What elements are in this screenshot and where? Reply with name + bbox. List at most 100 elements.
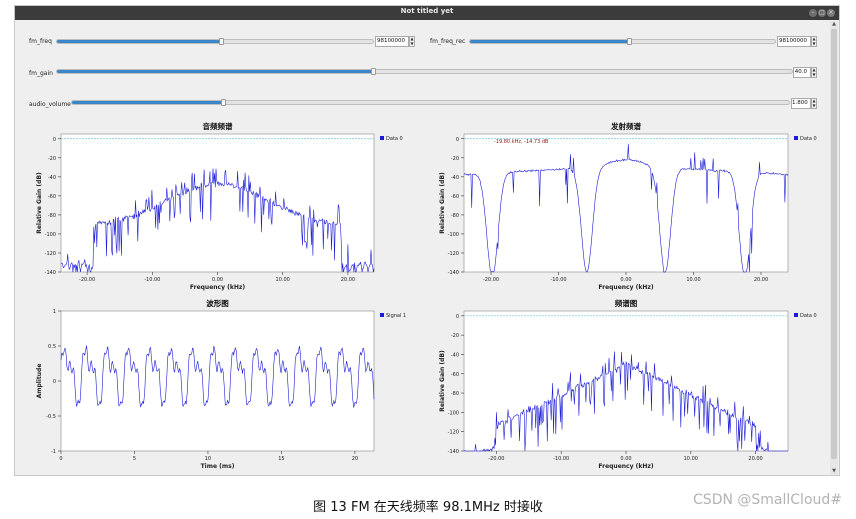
y-tick-label: 0 — [53, 379, 56, 385]
plot-area — [60, 310, 375, 452]
fm-gain-stepper[interactable]: ▲ ▼ — [811, 67, 817, 78]
x-tick-label: 0.00 — [620, 456, 631, 462]
legend-swatch — [380, 136, 384, 140]
y-tick-label: 0.5 — [48, 344, 56, 350]
y-tick-label: 1 — [53, 309, 56, 315]
legend-label: Data 0 — [800, 313, 817, 319]
fm-freq-rec-stepper[interactable]: ▲ ▼ — [811, 36, 817, 47]
legend-label: Data 0 — [800, 136, 817, 142]
fm-freq-rec-spinbox[interactable]: 98100000 — [777, 36, 811, 47]
audio-volume-slider[interactable] — [71, 99, 790, 106]
y-tick-label: -80 — [451, 213, 459, 219]
plot-area — [463, 133, 789, 273]
plot-title: 波形图 — [206, 298, 229, 308]
x-axis-label: Time (ms) — [201, 463, 235, 470]
x-tick-label: 20.00 — [748, 456, 762, 462]
audio-volume-stepper[interactable]: ▲ ▼ — [811, 98, 817, 109]
maximize-icon[interactable]: □ — [818, 9, 826, 17]
fm-freq-spinbox[interactable]: 98100000 — [375, 36, 409, 47]
fm-freq-rec-slider[interactable] — [469, 38, 776, 45]
plot-title: 音频频谱 — [203, 121, 233, 131]
tx-spectrum-plot[interactable]: 发射频谱 0 -20 -40 -60 -80 -100 -120 -140 -20.00 -10.0… — [418, 120, 828, 292]
x-tick-label: 20.00 — [341, 277, 355, 283]
y-tick-label: 0 — [456, 314, 459, 320]
y-axis-label: Relative Gain (dB) — [439, 172, 446, 234]
fm-gain-handle[interactable] — [371, 68, 377, 75]
close-icon[interactable]: × — [827, 9, 835, 17]
y-tick-label: -40 — [451, 175, 459, 181]
fm-freq-fill — [57, 40, 222, 43]
plot-svg: 发射频谱 0 -20 -40 -60 -80 -100 -120 -140 -20.00 -10.0… — [439, 121, 817, 291]
audio-spectrum-plot[interactable]: 音频频谱 0 -20 -40 -60 -80 -100 -120 -140 -20.00 -10.0… — [14, 120, 414, 292]
y-axis-label: Amplitude — [36, 364, 43, 399]
waveform-plot[interactable]: 波形图 1 0.5 0 -0.5 -1 0 5 10 15 20 Time (ms) Amplitude… — [14, 297, 414, 471]
fm-freq-label: fm_freq — [29, 38, 52, 45]
y-tick-label: -120 — [45, 251, 56, 257]
x-tick-label: -10.00 — [550, 277, 566, 283]
y-tick-label: -1 — [51, 449, 56, 455]
legend-swatch — [794, 313, 798, 317]
plot-svg: 音频频谱 0 -20 -40 -60 -80 -100 -120 -140 -20.00 -10.0… — [36, 121, 403, 291]
y-tick-label: -40 — [48, 175, 56, 181]
audio-volume-fill — [72, 101, 223, 104]
x-axis-label: Frequency (kHz) — [190, 284, 245, 291]
x-tick-label: -20.00 — [79, 277, 95, 283]
x-tick-label: 15 — [278, 456, 284, 462]
fm-gain-fill — [57, 70, 374, 73]
y-tick-label: -20 — [451, 156, 459, 162]
y-tick-label: -140 — [45, 270, 56, 276]
scrollbar-thumb[interactable] — [831, 29, 837, 459]
plot-svg: 波形图10.50-0.5-10 5 10 15 20Time (ms)Amplitude… — [36, 298, 406, 470]
fm-gain-slider[interactable] — [56, 68, 793, 75]
plot-area — [60, 133, 375, 273]
scroll-down-icon[interactable]: ▼ — [830, 468, 838, 475]
x-tick-label: 10 — [205, 456, 211, 462]
x-axis-label: Frequency (kHz) — [598, 284, 653, 291]
y-tick-label: -20 — [451, 333, 459, 339]
scroll-up-icon[interactable]: ▲ — [830, 21, 838, 28]
x-tick-label: 10.00 — [276, 277, 290, 283]
y-tick-label: -60 — [451, 372, 459, 378]
fm-freq-stepper[interactable]: ▲ ▼ — [409, 36, 415, 47]
x-tick-label: -20.00 — [483, 277, 499, 283]
spectrum-plot[interactable]: 频谱图 0 -20 -40 -60 -80 -100 -120 -140 -20.00 -10.00… — [418, 297, 828, 471]
y-tick-label: -100 — [448, 232, 459, 238]
plot-svg: 频谱图 0 -20 -40 -60 -80 -100 -120 -140 -20.00 -10.00… — [439, 298, 817, 470]
x-tick-label: 10.00 — [684, 456, 698, 462]
x-axis-label: Frequency (kHz) — [598, 463, 653, 470]
x-tick-label: 10.00 — [686, 277, 700, 283]
fm-gain-spinbox[interactable]: 40.0 — [793, 67, 811, 78]
x-tick-label: 5 — [133, 456, 136, 462]
fm-freq-slider[interactable] — [56, 38, 374, 45]
y-tick-label: -0.5 — [46, 414, 56, 420]
y-tick-label: -100 — [448, 410, 459, 416]
x-tick-label: -10.00 — [553, 456, 569, 462]
plot-title: 发射频谱 — [610, 121, 641, 131]
fm-freq-rec-handle[interactable] — [626, 38, 632, 45]
y-tick-label: -20 — [48, 156, 56, 162]
y-tick-label: -120 — [448, 430, 459, 436]
x-tick-label: -10.00 — [144, 277, 160, 283]
y-tick-label: -140 — [448, 449, 459, 455]
audio-volume-handle[interactable] — [220, 99, 226, 106]
x-tick-label: 20 — [352, 456, 358, 462]
audio-volume-label: audio_volume — [29, 101, 71, 108]
title-bar: Not titled yet – □ × — [15, 6, 839, 20]
vertical-scrollbar[interactable]: ▲ ▼ — [830, 21, 838, 475]
y-tick-label: -140 — [448, 270, 459, 276]
minimize-icon[interactable]: – — [809, 9, 817, 17]
x-tick-label: 0 — [59, 456, 62, 462]
watermark: CSDN @SmallCloud# — [693, 492, 842, 508]
y-tick-label: -120 — [448, 251, 459, 257]
fm-freq-rec-label: fm_freq_rec — [430, 38, 466, 45]
audio-volume-spinbox[interactable]: 1.800 — [791, 98, 811, 109]
legend-label: Data 0 — [386, 136, 403, 142]
fm-gain-label: fm_gain — [29, 70, 53, 77]
y-tick-label: -60 — [48, 194, 56, 200]
fm-freq-handle[interactable] — [219, 38, 225, 45]
y-tick-label: -80 — [48, 213, 56, 219]
plot-title: 频谱图 — [615, 298, 638, 308]
window-title: Not titled yet — [400, 7, 454, 15]
y-tick-label: 0 — [53, 137, 56, 143]
y-axis-label: Relative Gain (dB) — [36, 172, 43, 234]
